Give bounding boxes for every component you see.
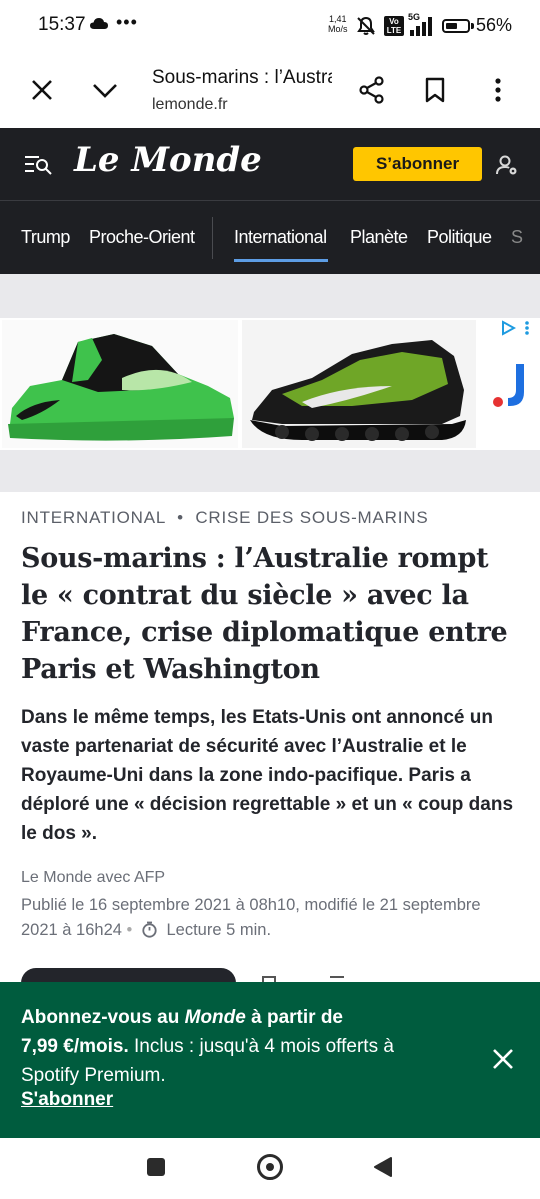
- battery-tip: [471, 23, 474, 29]
- close-icon[interactable]: [28, 76, 56, 104]
- mute-icon: [357, 16, 375, 35]
- adchoices-icon[interactable]: [500, 320, 516, 336]
- article-headline: Sous-marins : l’Australie rompt le « con…: [21, 543, 508, 685]
- more-vert-icon[interactable]: [486, 76, 510, 104]
- promo-price: 7,99 €/mois.: [21, 1036, 129, 1057]
- account-settings-icon[interactable]: [496, 154, 518, 176]
- screen: 15:37 ••• 1,41 Mo/s Vo LTE 5G 56% Sous-m…: [0, 0, 540, 1199]
- page-title: Sous-marins : l’Australie rompt le « con…: [152, 67, 332, 88]
- ad-product-image-1[interactable]: [2, 320, 238, 448]
- bookmark-icon[interactable]: [422, 76, 448, 104]
- battery-fill: [446, 23, 457, 29]
- reading-time: Lecture 5 min.: [166, 921, 272, 939]
- promo-text: Abonnez-vous au Monde à partir de 7,99 €…: [21, 1003, 451, 1090]
- timer-icon: [142, 921, 157, 938]
- nav-item-planete[interactable]: Planète: [350, 227, 408, 248]
- menu-search-icon[interactable]: [24, 152, 54, 176]
- article-kicker: INTERNATIONAL • CRISE DES SOUS-MARINS: [21, 508, 428, 528]
- volte-badge: Vo LTE: [384, 16, 404, 36]
- recent-apps-button[interactable]: [147, 1158, 165, 1176]
- article-standfirst: Dans le même temps, les Etats-Unis ont a…: [21, 707, 514, 844]
- ad-options-icon[interactable]: [524, 320, 530, 336]
- site-logo[interactable]: Le Monde: [74, 140, 262, 180]
- back-icon[interactable]: [373, 1156, 393, 1178]
- meta-separator: •: [126, 921, 133, 939]
- battery-percent: 56%: [476, 15, 513, 35]
- status-time: 15:37: [38, 14, 86, 35]
- nav-item-partial[interactable]: S: [511, 227, 523, 248]
- status-bar: 15:37 ••• 1,41 Mo/s Vo LTE 5G 56%: [0, 0, 540, 52]
- page-url: lemonde.fr: [152, 96, 228, 113]
- promo-prefix: Abonnez-vous au: [21, 1007, 185, 1028]
- nav-active-indicator: [234, 259, 328, 262]
- share-icon[interactable]: [358, 76, 386, 104]
- nav-item-proche-orient[interactable]: Proche-Orient: [89, 227, 195, 248]
- speed-unit: Mo/s: [328, 24, 348, 34]
- home-dot: [266, 1163, 274, 1171]
- nav-item-politique[interactable]: Politique: [427, 227, 492, 248]
- kicker-section[interactable]: INTERNATIONAL: [21, 508, 166, 527]
- kicker-topic[interactable]: CRISE DES SOUS-MARINS: [195, 508, 428, 527]
- kicker-separator: •: [177, 508, 184, 527]
- article-byline: Le Monde avec AFP: [21, 869, 166, 886]
- site-header: Le Monde S’abonner: [0, 128, 540, 200]
- green-sneaker-image: [8, 334, 234, 441]
- browser-toolbar: Sous-marins : l’Australie rompt le « con…: [0, 52, 540, 128]
- battery-icon: [442, 19, 470, 33]
- chevron-down-icon[interactable]: [90, 76, 120, 104]
- black-sneaker-image: [250, 340, 466, 441]
- subscription-banner: Abonnez-vous au Monde à partir de 7,99 €…: [0, 982, 540, 1138]
- promo-subscribe-link[interactable]: S'abonner: [21, 1089, 113, 1111]
- section-nav: Trump Proche-Orient International Planèt…: [0, 200, 540, 274]
- system-navigation-bar: [0, 1138, 540, 1199]
- ad-product-image-2[interactable]: [242, 320, 476, 448]
- subscribe-button[interactable]: S’abonner: [353, 147, 482, 181]
- nav-item-trump[interactable]: Trump: [21, 227, 70, 248]
- speed-value: 1,41: [328, 14, 347, 24]
- promo-suffix: à partir de: [245, 1007, 343, 1028]
- cloud-icon: [90, 18, 108, 29]
- promo-brand: Monde: [184, 1007, 246, 1028]
- nav-separator: [212, 217, 213, 259]
- article-meta: Publié le 16 septembre 2021 à 08h10, mod…: [21, 893, 521, 943]
- status-more-dots: •••: [116, 12, 138, 32]
- nav-item-international[interactable]: International: [234, 227, 327, 248]
- close-icon[interactable]: [490, 1046, 516, 1072]
- signal-icon: [410, 17, 432, 36]
- network-speed: 1,41 Mo/s: [328, 14, 348, 34]
- home-button[interactable]: [257, 1154, 283, 1180]
- advertiser-logo[interactable]: [486, 360, 536, 410]
